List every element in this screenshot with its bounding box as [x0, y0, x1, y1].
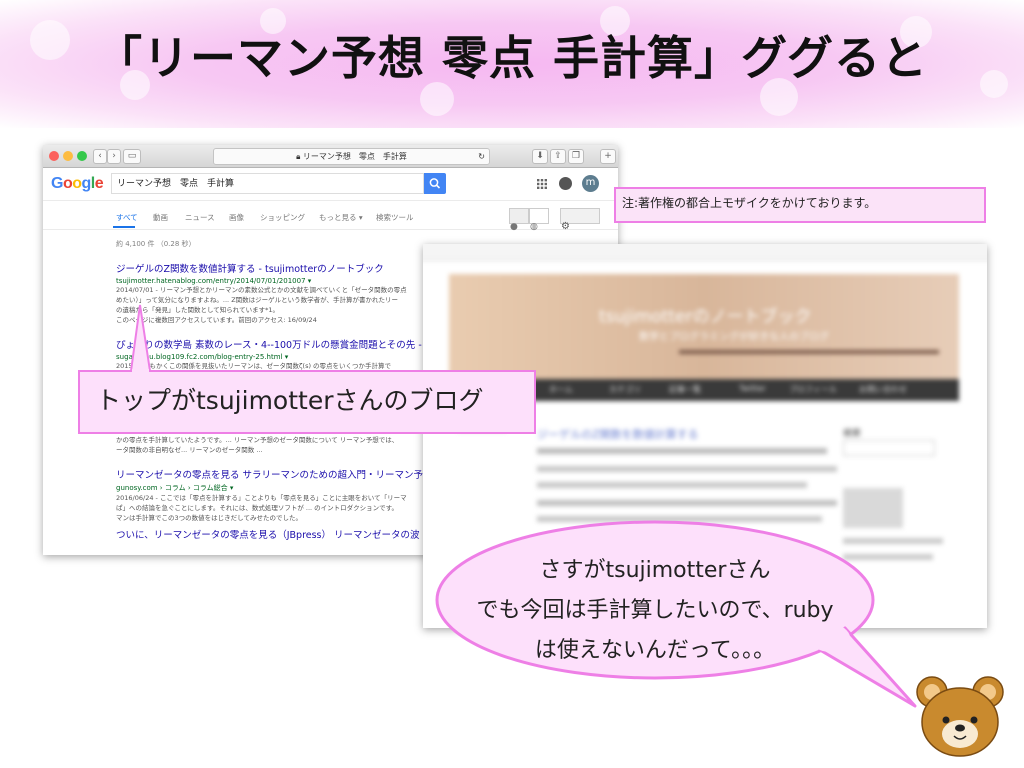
speech-line-2: でも今回は手計算したいので、ruby	[476, 598, 834, 623]
speech-line-3: は使えないんだって。。。	[534, 638, 776, 663]
speech-line-1: さすがtsujimotterさん	[539, 558, 771, 583]
bear-mascot-icon	[916, 676, 1004, 757]
